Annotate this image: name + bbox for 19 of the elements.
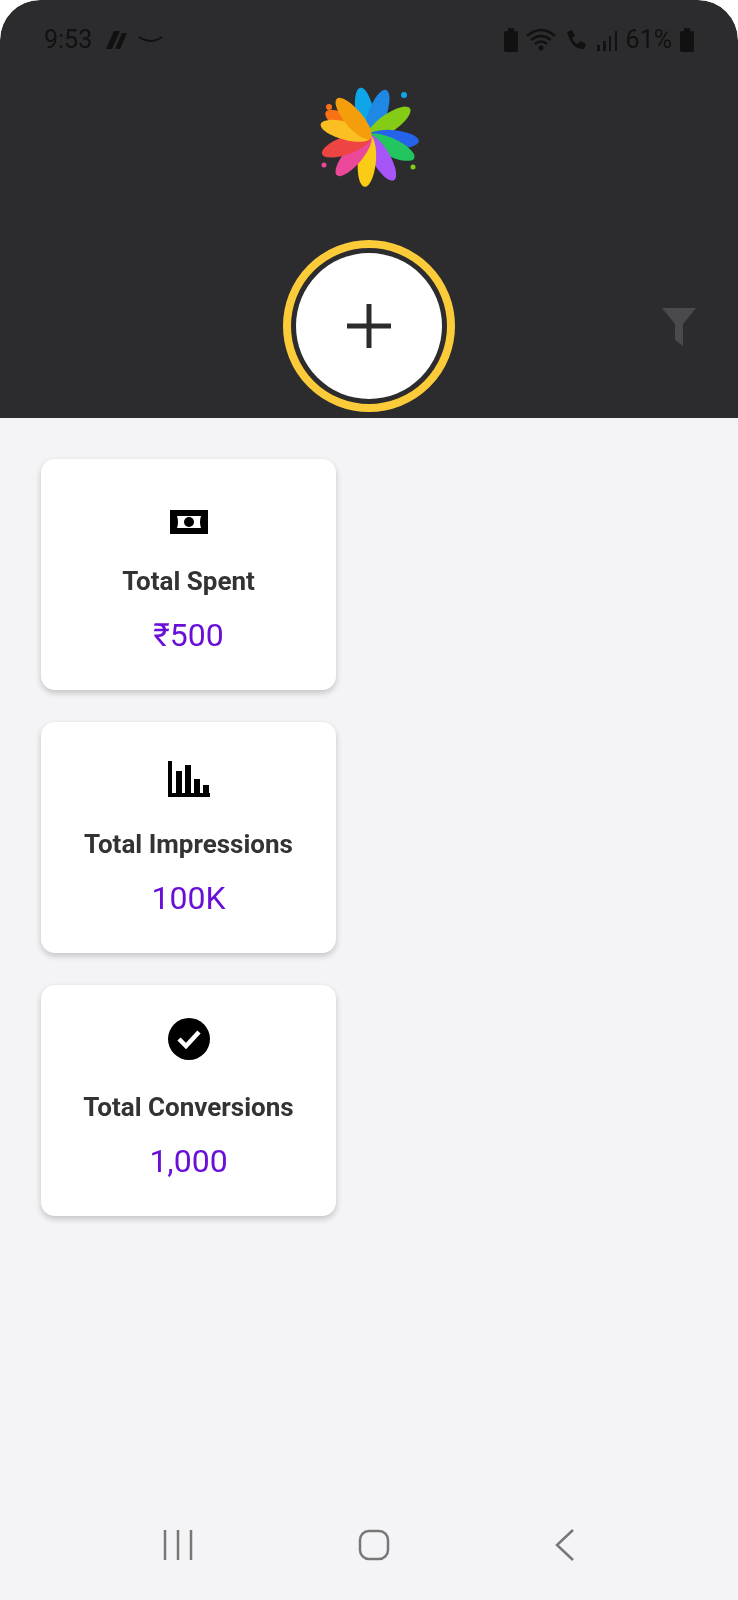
signal-icon xyxy=(595,29,618,51)
stat-label: Total Impressions xyxy=(84,828,293,861)
checkmark-circle-icon xyxy=(167,1018,210,1060)
back-button[interactable] xyxy=(554,1528,576,1562)
stat-label: Total Conversions xyxy=(83,1091,294,1124)
wifi-icon xyxy=(525,28,556,52)
home-button[interactable] xyxy=(358,1529,390,1561)
bar-chart-icon xyxy=(167,761,210,797)
plus-icon xyxy=(345,302,393,350)
battery-saver-icon xyxy=(503,28,518,52)
stat-value: ₹500 xyxy=(153,615,224,656)
battery-icon xyxy=(680,28,694,52)
stat-value: 100K xyxy=(151,878,226,919)
banknote-icon xyxy=(169,510,208,534)
recent-apps-button[interactable] xyxy=(162,1530,194,1560)
filter-icon xyxy=(662,308,696,346)
stat-value: 1,000 xyxy=(149,1141,228,1182)
smile-icon xyxy=(138,35,165,45)
stat-label: Total Spent xyxy=(122,565,255,598)
